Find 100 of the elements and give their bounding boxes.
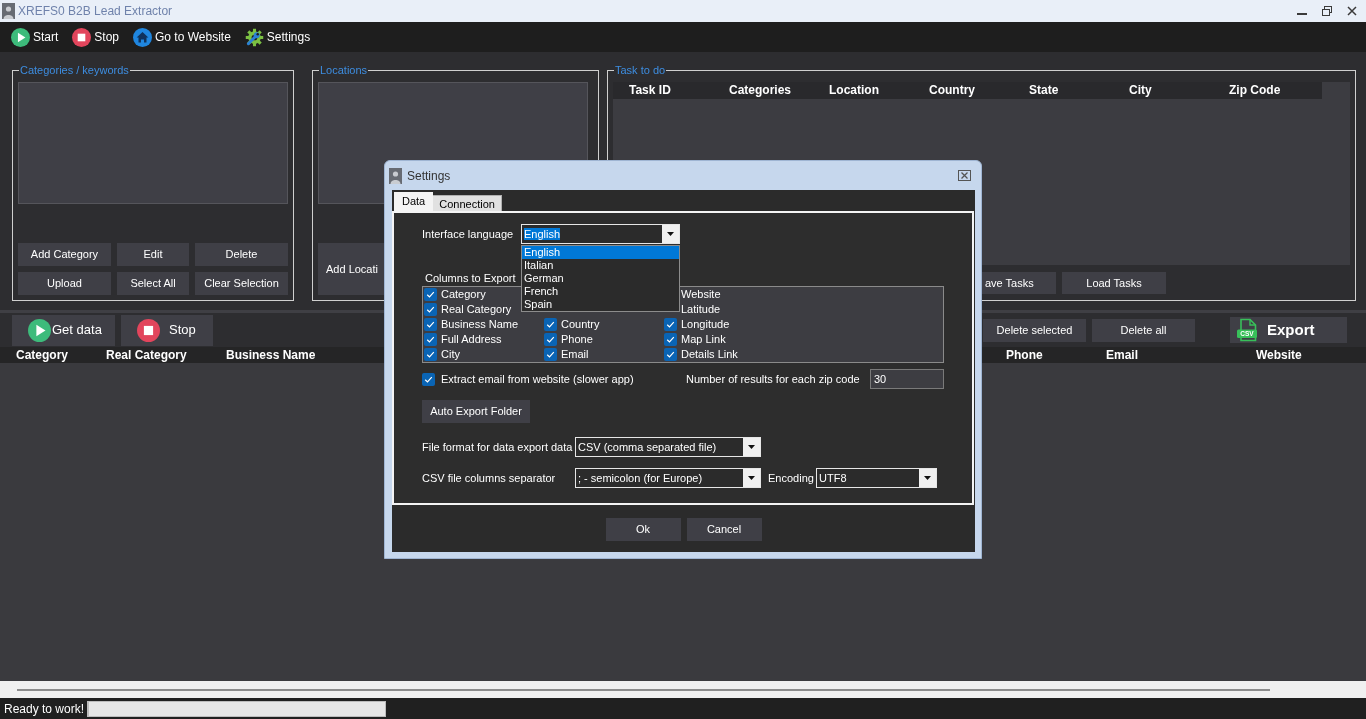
checkbox[interactable] (544, 333, 557, 346)
panel-button[interactable]: Edit (117, 243, 189, 266)
column-header[interactable]: City (1122, 82, 1222, 99)
checkbox-label: Category (441, 287, 486, 302)
panel-button[interactable]: Add Locati (318, 243, 384, 295)
app-icon (389, 167, 402, 184)
settings-button[interactable]: Settings (244, 25, 311, 49)
app-icon (2, 3, 15, 19)
results-count-field[interactable]: 30 (870, 369, 944, 389)
field-label: File format for data export data (422, 440, 573, 454)
delete-button[interactable]: Delete all (1092, 318, 1195, 342)
checkbox-label: Longitude (681, 317, 730, 332)
checkbox-label: Full Address (441, 332, 502, 347)
column-header[interactable]: Email (1100, 347, 1250, 363)
column-header[interactable]: Location (822, 82, 922, 99)
dropdown-button[interactable] (662, 225, 679, 243)
column-header[interactable]: Country (922, 82, 1022, 99)
checkbox-label: Map Link (681, 332, 726, 347)
checkbox-label: Website (681, 287, 721, 302)
status-text: Ready to work! (4, 701, 85, 716)
checkbox[interactable] (424, 303, 437, 316)
checkbox[interactable] (544, 318, 557, 331)
panel-title: Locations (319, 63, 369, 77)
checkbox-label: Email (561, 347, 589, 362)
column-header[interactable]: Website (1250, 347, 1366, 363)
separator-select[interactable]: ; - semicolon (for Europe) (575, 468, 761, 488)
checkbox[interactable] (664, 318, 677, 331)
dialog-title: Settings (407, 168, 451, 183)
field-label: Interface language (422, 227, 514, 241)
checkbox[interactable] (424, 318, 437, 331)
close-icon[interactable] (1347, 6, 1357, 16)
checkbox-label: Latitude (681, 302, 721, 317)
delete-button[interactable]: Delete selected (983, 318, 1086, 342)
close-icon[interactable] (958, 170, 971, 181)
field-label: Encoding (768, 471, 814, 485)
checkbox-label: Real Category (441, 302, 512, 317)
stop-icon (137, 318, 160, 342)
panel-button[interactable]: Load Tasks (1062, 272, 1166, 294)
checkbox[interactable] (664, 348, 677, 361)
file-format-select[interactable]: CSV (comma separated file) (575, 437, 761, 457)
encoding-select[interactable]: UTF8 (816, 468, 937, 488)
tab[interactable]: Data (394, 192, 434, 211)
dropdown-option[interactable]: Spain (522, 298, 679, 311)
checkbox-label: Extract email from website (slower app) (441, 372, 634, 386)
caret-icon (667, 232, 674, 236)
home-icon (133, 27, 153, 47)
play-icon (28, 318, 51, 342)
checkbox[interactable] (544, 348, 557, 361)
stop-button[interactable]: Stop (72, 25, 120, 49)
stop-button[interactable]: Stop (121, 314, 213, 346)
dropdown-option[interactable]: Italian (522, 259, 679, 272)
checkbox[interactable] (422, 372, 435, 386)
dropdown-option[interactable]: French (522, 285, 679, 298)
dropdown-button[interactable] (743, 469, 760, 487)
caret-icon (748, 445, 755, 449)
settings-icon (244, 27, 264, 47)
checkbox[interactable] (424, 288, 437, 301)
column-header[interactable]: State (1022, 82, 1122, 99)
panel-button[interactable]: Add Category (18, 243, 111, 266)
column-header[interactable]: Real Category (100, 347, 220, 363)
panel-button[interactable]: Upload (18, 272, 111, 295)
caret-icon (748, 476, 755, 480)
dropdown-option[interactable]: English (522, 246, 679, 259)
checkbox-label: Country (561, 317, 600, 332)
restore-icon[interactable] (1322, 6, 1332, 16)
language-select[interactable]: English (521, 224, 680, 244)
dropdown-option[interactable]: German (522, 272, 679, 285)
column-header[interactable]: Business Name (220, 347, 384, 363)
field-label: CSV file columns separator (422, 471, 556, 485)
panel-button[interactable]: Clear Selection (195, 272, 288, 295)
column-header[interactable]: Category (10, 347, 100, 363)
checkbox-label: Details Link (681, 347, 738, 362)
dropdown-button[interactable] (743, 438, 760, 456)
caret-icon (924, 476, 931, 480)
panel-title: Categories / keywords (19, 63, 130, 77)
column-header[interactable]: Categories (722, 82, 822, 99)
column-header[interactable]: Zip Code (1222, 82, 1322, 99)
dialog-button[interactable]: Ok (605, 518, 681, 541)
checkbox[interactable] (664, 333, 677, 346)
start-button[interactable]: Start (11, 25, 59, 49)
play-icon (11, 27, 30, 47)
dropdown-button[interactable] (919, 469, 936, 487)
tab[interactable]: Connection (433, 195, 502, 211)
panel-button[interactable]: Delete (195, 243, 288, 266)
panel-title: Task to do (614, 63, 667, 77)
column-header[interactable]: Phone (1000, 347, 1100, 363)
get-data-button[interactable]: Get data (12, 314, 115, 346)
auto-export-button[interactable]: Auto Export Folder (422, 400, 530, 423)
checkbox[interactable] (424, 348, 437, 361)
panel-button[interactable]: Select All (117, 272, 189, 295)
checkbox[interactable] (424, 333, 437, 346)
checkbox-label: Phone (561, 332, 593, 347)
column-header[interactable]: Task ID (622, 82, 722, 99)
checkbox-label: Business Name (441, 317, 519, 332)
field-label: Number of results for each zip code (686, 372, 860, 386)
window-title: XREFS0 B2B Lead Extractor (18, 4, 173, 18)
website-button[interactable]: Go to Website (133, 25, 231, 49)
dialog-button[interactable]: Cancel (686, 518, 762, 541)
panel-button[interactable]: ave Tasks (982, 272, 1056, 294)
checkbox-label: City (441, 347, 460, 362)
